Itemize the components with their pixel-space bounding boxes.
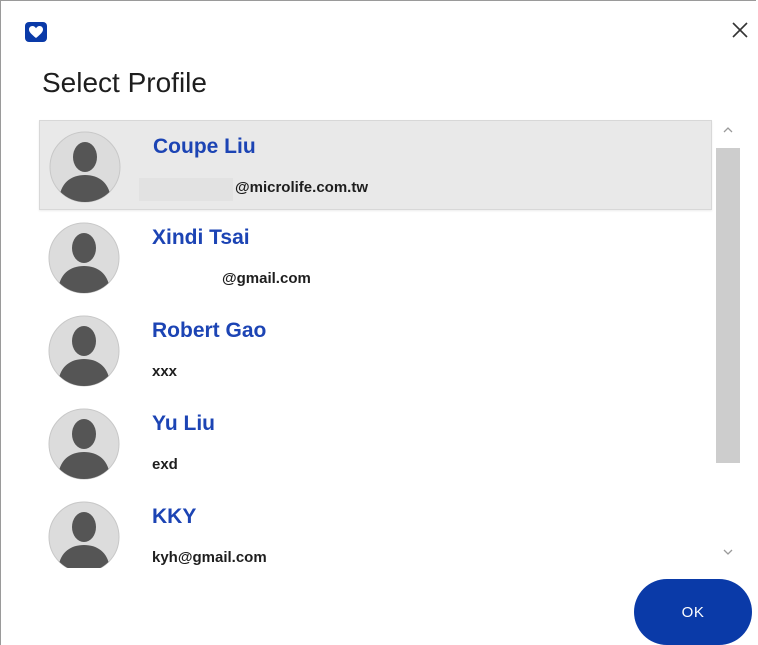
profile-row-yu-liu[interactable]: Yu Liu exd: [39, 398, 712, 488]
redacted-email-prefix: [139, 178, 233, 201]
profile-name: Coupe Liu: [153, 135, 256, 158]
avatar: [48, 408, 120, 480]
close-button[interactable]: [729, 19, 751, 41]
profile-row-kky[interactable]: KKY kyh@gmail.com: [39, 491, 712, 568]
avatar: [49, 131, 121, 203]
profile-email: @gmail.com: [222, 270, 311, 287]
profile-name: Xindi Tsai: [152, 226, 250, 249]
heart-icon: [25, 22, 47, 42]
profile-row-coupe-liu[interactable]: Coupe Liu @microlife.com.tw: [39, 120, 712, 210]
avatar: [48, 315, 120, 387]
profile-email: @microlife.com.tw: [235, 179, 368, 196]
profile-email: exd: [152, 456, 178, 473]
profile-name: Yu Liu: [152, 412, 215, 435]
avatar: [48, 501, 120, 568]
avatar: [48, 222, 120, 294]
ok-button[interactable]: OK: [634, 579, 752, 645]
chevron-down-icon: [723, 549, 733, 555]
scroll-up-button[interactable]: [721, 123, 735, 137]
profile-name: KKY: [152, 505, 197, 528]
profile-name: Robert Gao: [152, 319, 267, 342]
profile-list[interactable]: Coupe Liu @microlife.com.tw Xindi Tsai @…: [37, 118, 743, 568]
close-icon: [732, 22, 748, 38]
chevron-up-icon: [723, 127, 733, 133]
dialog-title: Select Profile: [42, 67, 207, 98]
scroll-thumb[interactable]: [716, 148, 740, 463]
vertical-scrollbar[interactable]: [714, 118, 743, 568]
profile-email: xxx: [152, 363, 178, 380]
profile-row-xindi-tsai[interactable]: Xindi Tsai @gmail.com: [39, 212, 712, 302]
profile-row-robert-gao[interactable]: Robert Gao xxx: [39, 305, 712, 395]
profile-email: kyh@gmail.com: [152, 549, 267, 566]
select-profile-dialog: Select Profile Coupe Liu @microlife.com.…: [0, 0, 756, 645]
scroll-down-button[interactable]: [721, 545, 735, 559]
